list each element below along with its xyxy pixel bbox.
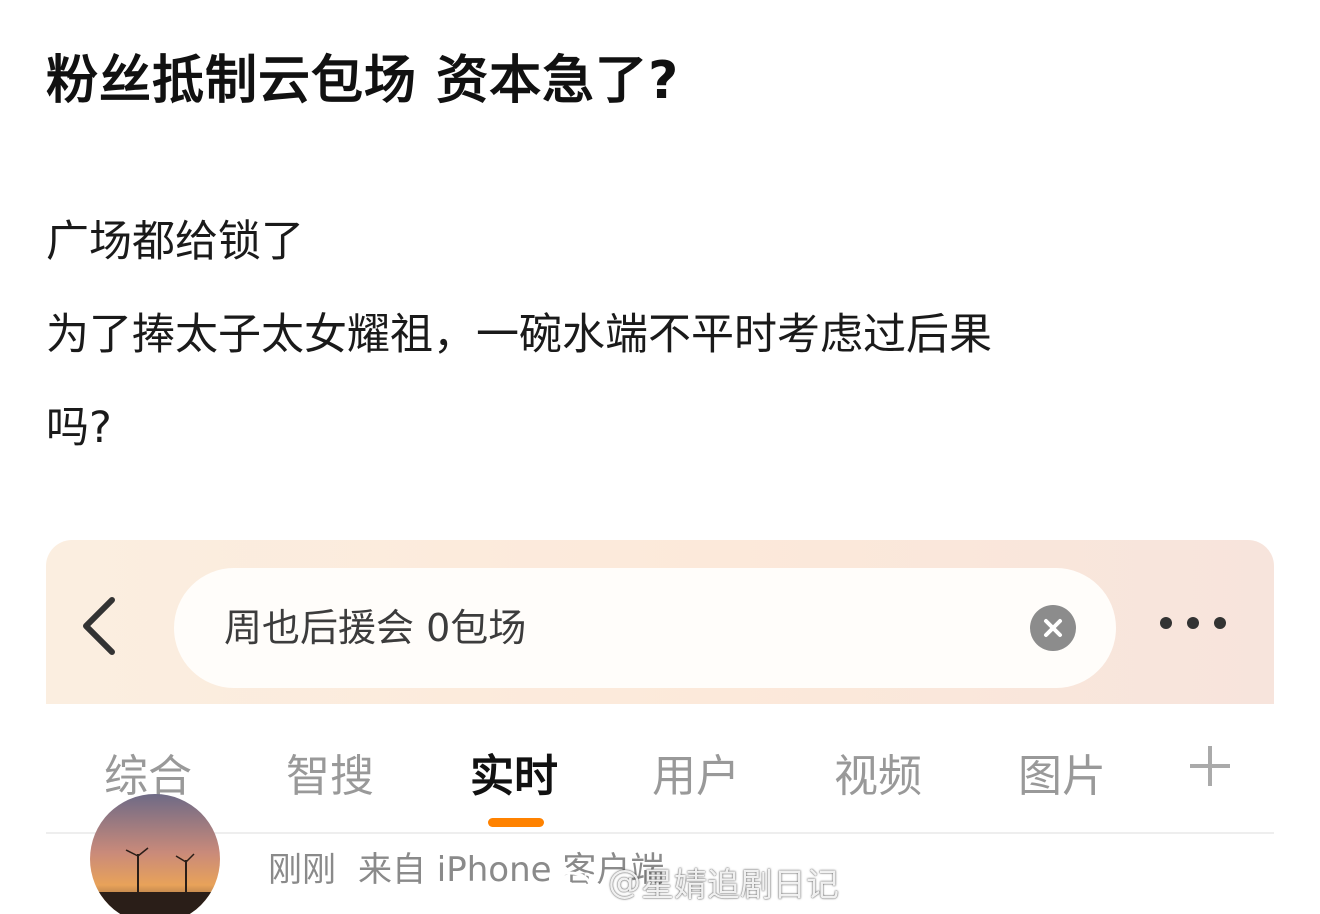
more-dot-icon bbox=[1187, 617, 1199, 629]
avatar[interactable] bbox=[90, 794, 220, 914]
post-title: 粉丝抵制云包场 资本急了? bbox=[46, 51, 680, 111]
search-tabs: 综合 智搜 实时 用户 视频 图片 bbox=[46, 704, 1274, 832]
tab-smart-search[interactable]: 智搜 bbox=[286, 740, 374, 804]
tab-videos[interactable]: 视频 bbox=[834, 740, 922, 804]
active-tab-indicator bbox=[488, 818, 544, 827]
more-dot-icon bbox=[1160, 617, 1172, 629]
tab-images[interactable]: 图片 bbox=[1018, 740, 1106, 804]
weibo-logo-icon bbox=[548, 866, 600, 901]
search-header: 周也后援会 0包场 bbox=[46, 540, 1274, 704]
search-query: 周也后援会 0包场 bbox=[224, 606, 527, 650]
tab-realtime[interactable]: 实时 bbox=[470, 740, 558, 804]
watermark: @星婧追剧日记 bbox=[546, 858, 839, 908]
search-input[interactable]: 周也后援会 0包场 bbox=[174, 568, 1116, 688]
post-time: 刚刚 bbox=[268, 850, 336, 890]
plus-icon bbox=[1190, 746, 1230, 786]
post-body-line: 为了捧太子太女耀祖，一碗水端不平时考虑过后果 bbox=[46, 310, 992, 360]
add-tab-button[interactable] bbox=[1188, 744, 1232, 788]
more-button[interactable] bbox=[1158, 612, 1228, 636]
post-body-line: 广场都给锁了 bbox=[46, 217, 304, 267]
tab-users[interactable]: 用户 bbox=[652, 740, 740, 804]
post-body-line: 吗? bbox=[46, 403, 112, 453]
post-body: 广场都给锁了 为了捧太子太女耀祖，一碗水端不平时考虑过后果 吗? bbox=[46, 196, 1246, 475]
chevron-left-icon bbox=[83, 597, 115, 655]
watermark-prefix: @ bbox=[608, 862, 641, 902]
sunset-avatar-image bbox=[90, 794, 220, 914]
more-dot-icon bbox=[1214, 617, 1226, 629]
clear-search-button[interactable] bbox=[1030, 605, 1076, 651]
post-page: 粉丝抵制云包场 资本急了? 广场都给锁了 为了捧太子太女耀祖，一碗水端不平时考虑… bbox=[0, 0, 1320, 914]
watermark-account: 星婧追剧日记 bbox=[641, 865, 839, 904]
close-icon bbox=[1044, 619, 1062, 637]
back-button[interactable] bbox=[80, 596, 120, 656]
